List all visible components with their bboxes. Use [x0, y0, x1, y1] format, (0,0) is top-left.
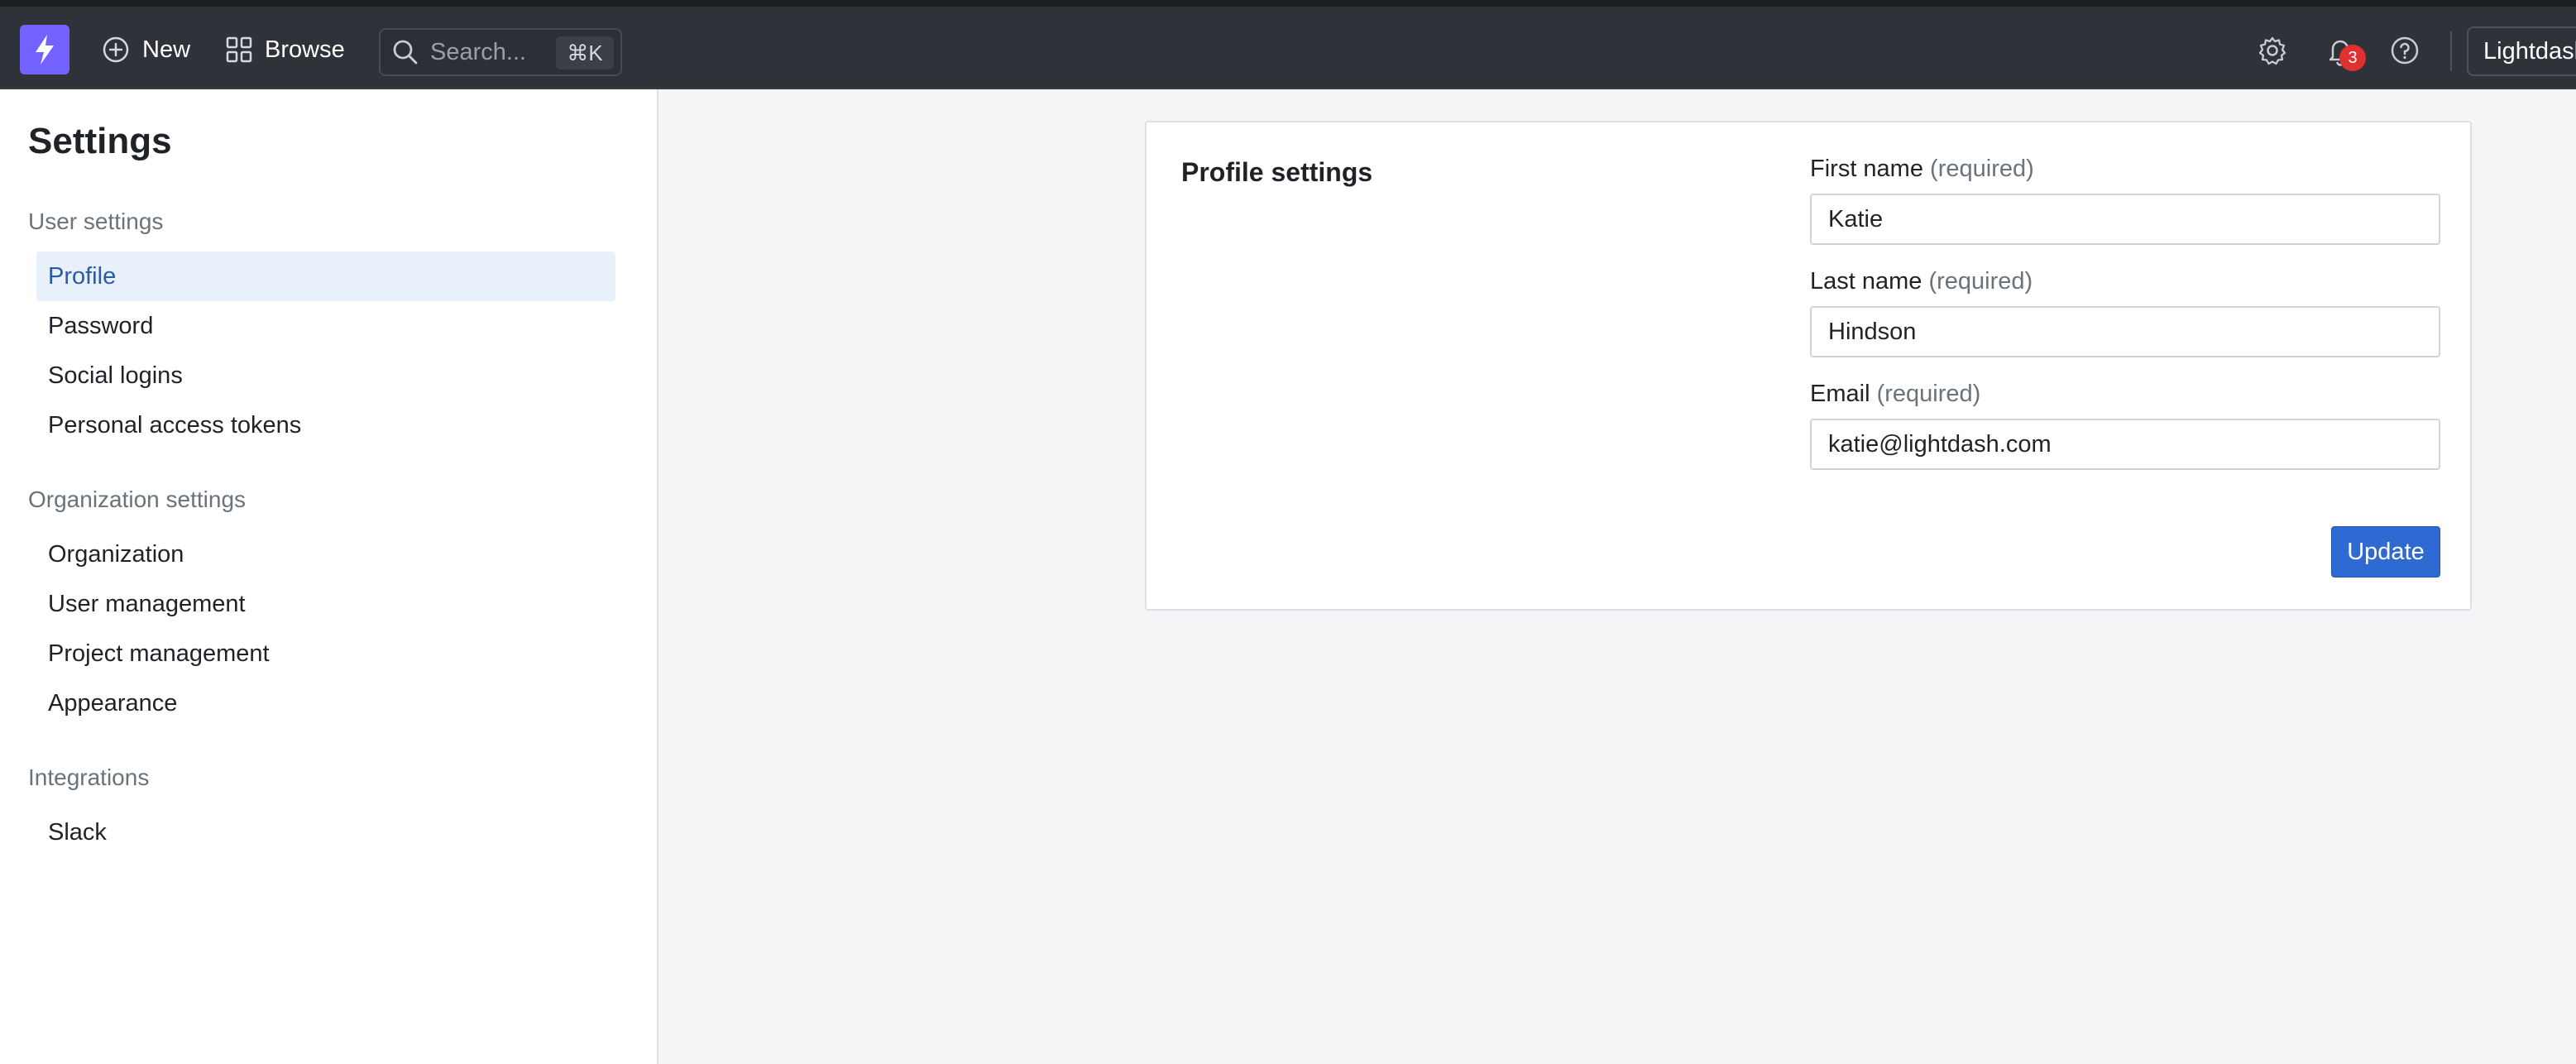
browse-button-label: Browse [265, 36, 345, 63]
browse-button[interactable]: Browse [225, 25, 345, 74]
first-name-label: First name (required) [1810, 156, 2034, 183]
sidebar-item-password[interactable]: Password [36, 301, 615, 351]
settings-sidebar: Settings User settings Profile Password … [0, 89, 658, 1064]
new-button-label: New [142, 36, 191, 63]
email-label: Email (required) [1810, 381, 1980, 408]
notifications-button[interactable]: 3 [2321, 31, 2366, 71]
topbar-divider [2450, 31, 2452, 71]
email-label-text: Email [1810, 381, 1870, 407]
first-name-input[interactable] [1810, 194, 2440, 245]
required-hint: (required) [1928, 268, 2033, 295]
sidebar-item-social-logins[interactable]: Social logins [36, 351, 615, 400]
search-icon [389, 36, 422, 69]
first-name-label-text: First name [1810, 156, 1923, 182]
help-button[interactable] [2386, 31, 2424, 69]
sidebar-item-user-management[interactable]: User management [36, 579, 615, 629]
sidebar-item-personal-access-tokens[interactable]: Personal access tokens [36, 400, 615, 450]
project-selector[interactable]: Lightdash [2467, 26, 2576, 76]
new-button[interactable]: New [101, 25, 190, 74]
email-field[interactable] [1810, 419, 2440, 470]
last-name-label: Last name (required) [1810, 268, 2033, 295]
lightdash-logo[interactable] [20, 25, 69, 74]
section-label-organization-settings: Organization settings [28, 486, 247, 512]
last-name-label-text: Last name [1810, 268, 1922, 295]
settings-button[interactable] [2253, 31, 2291, 69]
page-title: Settings [28, 121, 172, 161]
search-placeholder: Search... [430, 38, 527, 65]
update-button[interactable]: Update [2331, 526, 2440, 578]
notifications-badge: 3 [2339, 45, 2366, 71]
lightning-icon [36, 35, 54, 65]
sidebar-item-organization[interactable]: Organization [36, 530, 615, 579]
help-circle-icon [2391, 36, 2419, 65]
sidebar-item-appearance[interactable]: Appearance [36, 678, 615, 728]
sidebar-item-slack[interactable]: Slack [36, 808, 615, 857]
last-name-input[interactable] [1810, 306, 2440, 357]
sidebar-item-profile[interactable]: Profile [36, 252, 615, 301]
top-navbar: New Browse Search... ⌘K 3 Lightdas [0, 0, 2576, 89]
section-label-user-settings: User settings [28, 208, 164, 234]
profile-settings-card: Profile settings First name (required) L… [1145, 121, 2472, 611]
grid-icon [226, 36, 252, 63]
search-shortcut-badge: ⌘K [556, 36, 614, 69]
required-hint: (required) [1930, 156, 2034, 182]
gear-icon [2258, 36, 2286, 65]
plus-circle-icon [103, 36, 129, 63]
project-name: Lightdash [2483, 37, 2576, 65]
card-title: Profile settings [1181, 157, 1373, 187]
sidebar-item-project-management[interactable]: Project management [36, 629, 615, 678]
required-hint: (required) [1876, 381, 1981, 407]
search-input[interactable]: Search... ⌘K [379, 28, 622, 76]
section-label-integrations: Integrations [28, 764, 150, 790]
